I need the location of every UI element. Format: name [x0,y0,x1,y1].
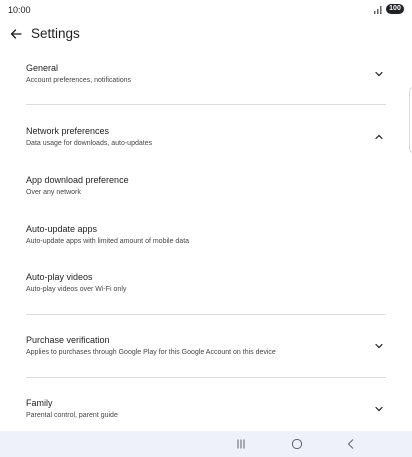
setting-title: App download preference [26,175,129,185]
setting-auto-play-videos[interactable]: Auto-play videos Auto-play videos over W… [26,272,386,293]
setting-subtitle: Auto-play videos over Wi-Fi only [26,286,127,293]
home-icon[interactable] [289,436,305,452]
section-family[interactable]: Family Parental control, parent guide [26,398,386,419]
chevron-down-icon[interactable] [374,69,384,79]
setting-subtitle: Auto-update apps with limited amount of … [26,238,190,245]
setting-title: Auto-play videos [26,272,93,282]
section-title: Purchase verification [26,335,110,345]
section-network-preferences[interactable]: Network preferences Data usage for downl… [26,126,386,147]
divider [26,104,386,105]
signal-icon [374,5,382,14]
top-app-bar: Settings [0,22,412,48]
status-time: 10:00 [8,5,31,15]
navigation-bar [0,431,412,457]
section-subtitle: Data usage for downloads, auto-updates [26,140,153,147]
recents-icon[interactable] [233,436,249,452]
chevron-down-icon[interactable] [374,404,384,414]
section-title: Network preferences [26,126,110,136]
battery-icon: 100 [386,4,404,14]
chevron-down-icon[interactable] [374,341,384,351]
section-general[interactable]: General Account preferences, notificatio… [26,63,386,84]
setting-auto-update-apps[interactable]: Auto-update apps Auto-update apps with l… [26,224,386,245]
page-title: Settings [31,26,80,41]
section-purchase-verification[interactable]: Purchase verification Applies to purchas… [26,335,386,356]
back-icon[interactable] [343,436,359,452]
section-title: Family [26,398,53,408]
section-subtitle: Parental control, parent guide [26,412,118,419]
status-bar: 10:00 100 [0,0,412,20]
arrow-left-icon[interactable] [9,27,23,41]
section-subtitle: Applies to purchases through Google Play… [26,349,276,356]
chevron-up-icon[interactable] [374,132,384,142]
divider [26,377,386,378]
setting-subtitle: Over any network [26,189,81,196]
section-title: General [26,63,59,73]
divider [26,314,386,315]
status-icons: 100 [373,4,404,14]
setting-title: Auto-update apps [26,224,98,234]
section-subtitle: Account preferences, notifications [26,77,132,84]
setting-app-download-preference[interactable]: App download preference Over any network [26,175,386,196]
